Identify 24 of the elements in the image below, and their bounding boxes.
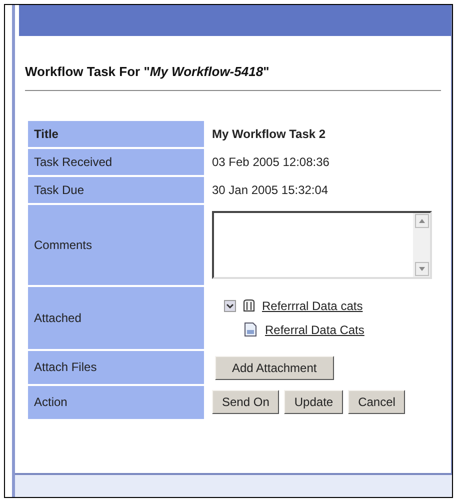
field-label: Action [28, 386, 204, 418]
add-attachment-button[interactable]: Add Attachment [215, 356, 334, 380]
comments-field[interactable] [212, 210, 432, 278]
field-label: Comments [28, 204, 204, 284]
document-icon [244, 322, 257, 337]
action-button[interactable]: Cancel [348, 390, 406, 414]
scroll-down-icon[interactable] [414, 262, 428, 276]
date-value: 03 Feb 2005 12:08:36 [212, 154, 330, 170]
field-label: Attach Files [28, 350, 204, 384]
field-label: Task Received [28, 148, 204, 174]
title-value: My Workflow Task 2 [212, 126, 326, 142]
scroll-up-icon[interactable] [414, 214, 428, 228]
date-value: 30 Jan 2005 15:32:04 [212, 182, 328, 198]
attachment-link[interactable]: Referrral Data cats [262, 296, 363, 314]
attachment-link[interactable]: Referral Data Cats [265, 320, 364, 338]
field-label: Title [28, 120, 204, 146]
field-label: Attached [28, 286, 204, 348]
page-heading: Workflow Task For "My Workflow-5418" [25, 62, 441, 90]
action-button[interactable]: Send On [212, 390, 280, 414]
scrollbar[interactable] [413, 212, 430, 276]
field-label: Task Due [28, 176, 204, 202]
collapse-icon[interactable] [224, 300, 236, 312]
action-button[interactable]: Update [284, 390, 344, 414]
binder-icon [242, 298, 256, 312]
